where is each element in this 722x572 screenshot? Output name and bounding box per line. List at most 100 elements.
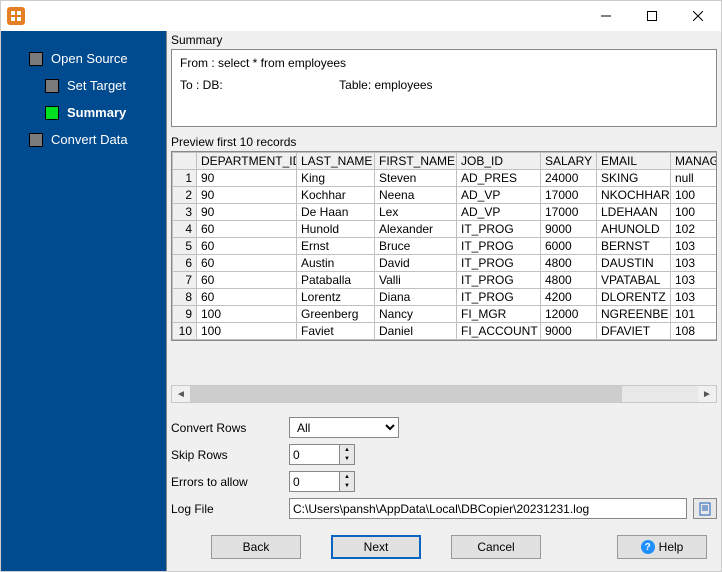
maximize-button[interactable] [629, 1, 675, 31]
row-number: 7 [173, 272, 197, 289]
column-header[interactable]: SALARY [541, 153, 597, 170]
row-number: 1 [173, 170, 197, 187]
table-cell: 103 [671, 255, 718, 272]
table-cell: IT_PROG [457, 289, 541, 306]
table-cell: AD_PRES [457, 170, 541, 187]
step-icon [45, 79, 59, 93]
help-button[interactable]: ? Help [617, 535, 707, 559]
scroll-thumb[interactable] [190, 386, 622, 402]
sidebar-item-label: Convert Data [51, 132, 128, 147]
table-cell: 12000 [541, 306, 597, 323]
table-cell: DLORENTZ [597, 289, 671, 306]
sidebar-item-set-target[interactable]: Set Target [1, 72, 166, 99]
spin-down-button[interactable]: ▼ [340, 482, 354, 492]
preview-heading: Preview first 10 records [167, 133, 721, 151]
table-cell: Kochhar [297, 187, 375, 204]
horizontal-scrollbar[interactable]: ◄ ► [171, 385, 717, 403]
sidebar-item-label: Summary [67, 105, 126, 120]
column-header[interactable]: FIRST_NAME [375, 153, 457, 170]
table-cell: Pataballa [297, 272, 375, 289]
table-cell: VPATABAL [597, 272, 671, 289]
table-row[interactable]: 760PataballaValliIT_PROG4800VPATABAL103 [173, 272, 718, 289]
table-cell: 102 [671, 221, 718, 238]
table-row[interactable]: 560ErnstBruceIT_PROG6000BERNST103 [173, 238, 718, 255]
table-row[interactable]: 10100FavietDanielFI_ACCOUNT9000DFAVIET10… [173, 323, 718, 340]
table-cell: FI_MGR [457, 306, 541, 323]
table-cell: 17000 [541, 204, 597, 221]
close-button[interactable] [675, 1, 721, 31]
table-cell: SKING [597, 170, 671, 187]
column-header[interactable]: MANAG [671, 153, 718, 170]
body: Open Source Set Target Summary Convert D… [1, 31, 721, 571]
scroll-track[interactable] [190, 386, 698, 402]
scroll-left-icon[interactable]: ◄ [172, 386, 190, 402]
table-cell: 90 [197, 204, 297, 221]
column-header[interactable]: DEPARTMENT_ID [197, 153, 297, 170]
next-button[interactable]: Next [331, 535, 421, 559]
row-number: 6 [173, 255, 197, 272]
table-cell: 4800 [541, 272, 597, 289]
errors-label: Errors to allow [171, 475, 289, 489]
table-cell: 103 [671, 289, 718, 306]
summary-heading: Summary [167, 31, 721, 49]
spin-up-button[interactable]: ▲ [340, 472, 354, 482]
table-cell: IT_PROG [457, 221, 541, 238]
back-button[interactable]: Back [211, 535, 301, 559]
table-cell: Faviet [297, 323, 375, 340]
table-row[interactable]: 860LorentzDianaIT_PROG4200DLORENTZ103 [173, 289, 718, 306]
data-table-container: DEPARTMENT_IDLAST_NAMEFIRST_NAMEJOB_IDSA… [171, 151, 717, 341]
sidebar: Open Source Set Target Summary Convert D… [1, 31, 166, 571]
table-cell: Steven [375, 170, 457, 187]
row-number: 4 [173, 221, 197, 238]
skip-rows-input[interactable] [289, 444, 339, 465]
table-row[interactable]: 9100GreenbergNancyFI_MGR12000NGREENBE101 [173, 306, 718, 323]
table-cell: Greenberg [297, 306, 375, 323]
app-icon [7, 7, 25, 25]
sidebar-item-summary[interactable]: Summary [1, 99, 166, 126]
table-cell: Austin [297, 255, 375, 272]
logfile-input[interactable] [289, 498, 687, 519]
table-cell: null [671, 170, 718, 187]
table-cell: FI_ACCOUNT [457, 323, 541, 340]
sidebar-item-convert-data[interactable]: Convert Data [1, 126, 166, 153]
table-cell: BERNST [597, 238, 671, 255]
table-corner [173, 153, 197, 170]
window-controls [583, 1, 721, 31]
table-row[interactable]: 290KochharNeenaAD_VP17000NKOCHHAR100 [173, 187, 718, 204]
spin-down-button[interactable]: ▼ [340, 455, 354, 465]
main-panel: Summary From : select * from employees T… [166, 31, 721, 571]
table-cell: 60 [197, 255, 297, 272]
preview-area: DEPARTMENT_IDLAST_NAMEFIRST_NAMEJOB_IDSA… [171, 151, 717, 367]
table-cell: Diana [375, 289, 457, 306]
table-cell: AD_VP [457, 204, 541, 221]
column-header[interactable]: JOB_ID [457, 153, 541, 170]
step-icon [29, 52, 43, 66]
table-cell: 90 [197, 187, 297, 204]
cancel-button[interactable]: Cancel [451, 535, 541, 559]
table-cell: IT_PROG [457, 255, 541, 272]
spin-up-button[interactable]: ▲ [340, 445, 354, 455]
table-cell: DAUSTIN [597, 255, 671, 272]
table-row[interactable]: 460HunoldAlexanderIT_PROG9000AHUNOLD102 [173, 221, 718, 238]
table-row[interactable]: 660AustinDavidIT_PROG4800DAUSTIN103 [173, 255, 718, 272]
table-cell: LDEHAAN [597, 204, 671, 221]
sidebar-item-open-source[interactable]: Open Source [1, 45, 166, 72]
table-cell: 100 [197, 306, 297, 323]
browse-logfile-button[interactable] [693, 498, 717, 519]
table-cell: 60 [197, 221, 297, 238]
table-cell: Daniel [375, 323, 457, 340]
table-row[interactable]: 390De HaanLexAD_VP17000LDEHAAN100 [173, 204, 718, 221]
convert-rows-select[interactable]: All [289, 417, 399, 438]
column-header[interactable]: LAST_NAME [297, 153, 375, 170]
errors-input[interactable] [289, 471, 339, 492]
minimize-button[interactable] [583, 1, 629, 31]
table-cell: 4200 [541, 289, 597, 306]
options-form: Convert Rows All Skip Rows ▲▼ Errors to … [171, 417, 717, 525]
convert-rows-label: Convert Rows [171, 421, 289, 435]
scroll-right-icon[interactable]: ► [698, 386, 716, 402]
table-cell: Valli [375, 272, 457, 289]
table-row[interactable]: 190KingStevenAD_PRES24000SKINGnull [173, 170, 718, 187]
footer: Back Next Cancel ? Help [167, 525, 721, 571]
table-cell: Lorentz [297, 289, 375, 306]
column-header[interactable]: EMAIL [597, 153, 671, 170]
